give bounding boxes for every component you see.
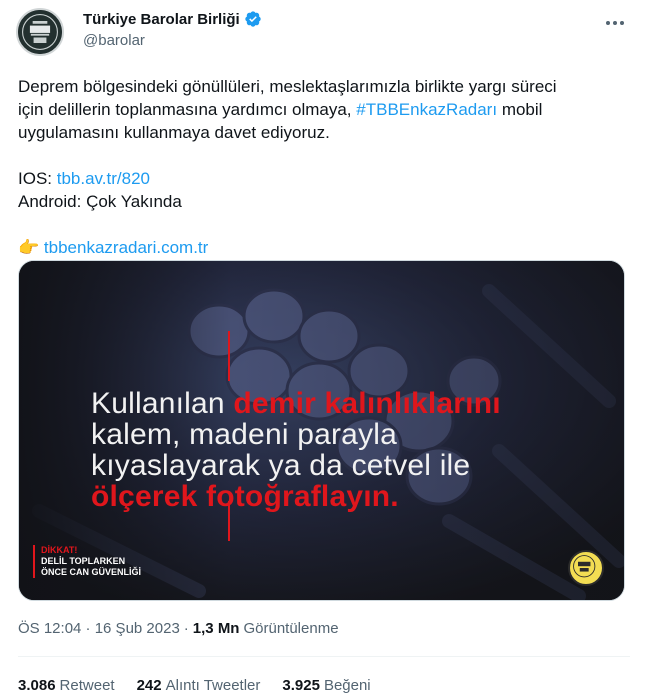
android-value: Çok Yakında — [86, 192, 182, 211]
ios-link[interactable]: tbb.av.tr/820 — [57, 169, 150, 188]
more-dot-icon — [613, 21, 617, 25]
warning-line-1: DELİL TOPLARKEN — [41, 556, 126, 566]
handle[interactable]: @barolar — [83, 32, 145, 49]
tweet-text: Deprem bölgesindeki gönüllüleri, meslekt… — [18, 75, 628, 259]
website-link[interactable]: tbbenkazradari.com.tr — [44, 238, 208, 257]
tbb-logo-icon — [18, 10, 62, 54]
verified-badge-icon[interactable] — [244, 10, 262, 28]
more-dot-icon — [606, 21, 610, 25]
retweets-label: Retweet — [59, 677, 115, 694]
more-options-button[interactable] — [598, 6, 632, 40]
quotes-label: Alıntı Tweetler — [165, 677, 261, 694]
warning-line-2: ÖNCE CAN GÜVENLİĞİ — [41, 567, 142, 577]
android-label: Android: — [18, 192, 82, 211]
media-caption-line-1: Kullanılan demir kalınlıklarını — [91, 388, 501, 419]
media-accent-line-top — [228, 331, 230, 381]
tweet-card: Türkiye Barolar Birliği @barolar Deprem … — [0, 0, 648, 700]
retweets-count: 3.086 — [18, 677, 56, 694]
timestamp[interactable]: ÖS 12:04 · 16 Şub 2023 — [18, 620, 180, 637]
website-line: 👉 tbbenkazradari.com.tr — [18, 236, 628, 259]
ios-label: IOS: — [18, 169, 53, 188]
engagement-stats: 3.086 Retweet 242 Alıntı Tweetler 3.925 Beğ… — [18, 677, 371, 694]
media-caption-line-2: kalem, madeni parayla — [91, 418, 398, 451]
likes-count: 3.925 — [282, 677, 320, 694]
meta-separator: · — [183, 620, 189, 637]
media-caption-line-3: kıyaslayarak ya da cetvel ile — [91, 449, 471, 482]
tbb-badge-icon — [568, 550, 604, 586]
more-dot-icon — [620, 21, 624, 25]
media-caption-red: demir kalınlıklarını — [233, 387, 501, 420]
android-line: Android: Çok Yakında — [18, 190, 628, 213]
pointing-hand-icon: 👉 — [18, 238, 40, 257]
likes-stat[interactable]: 3.925 Beğeni — [282, 677, 370, 694]
tweet-line-2: için delillerin toplanmasına yardımcı ol… — [18, 98, 628, 121]
tbb-badge-shape — [573, 555, 596, 578]
likes-label: Beğeni — [323, 677, 371, 694]
quotes-stat[interactable]: 242 Alıntı Tweetler — [137, 677, 261, 694]
hashtag-link[interactable]: #TBBEnkazRadarı — [356, 100, 497, 119]
warning-box: DİKKAT! DELİL TOPLARKEN ÖNCE CAN GÜVENLİ… — [33, 545, 141, 578]
display-name[interactable]: Türkiye Barolar Birliği — [83, 11, 240, 28]
media-image[interactable]: Kullanılan demir kalınlıklarını kalem, m… — [18, 260, 625, 601]
tweet-line-2-prefix: için delillerin toplanmasına yardımcı ol… — [18, 100, 352, 119]
warning-title: DİKKAT! — [41, 545, 78, 555]
name-row: Türkiye Barolar Birliği — [83, 10, 262, 28]
tweet-line-3: uygulamasını kullanmaya davet ediyoruz. — [18, 123, 330, 142]
tweet-meta: ÖS 12:04 · 16 Şub 2023 · 1,3 Mn Görüntül… — [18, 620, 339, 637]
media-caption-line-4: ölçerek fotoğraflayın. — [91, 480, 399, 513]
retweets-stat[interactable]: 3.086 Retweet — [18, 677, 115, 694]
views-label: Görüntülenme — [243, 620, 339, 637]
views-count: 1,3 Mn — [192, 620, 240, 637]
tweet-line-2-suffix: mobil — [501, 100, 543, 119]
media-caption: Kullanılan demir kalınlıklarını kalem, m… — [91, 388, 501, 512]
quotes-count: 242 — [136, 677, 162, 694]
avatar[interactable] — [16, 8, 64, 56]
media-caption-white: Kullanılan — [91, 387, 225, 420]
tweet-line-1: Deprem bölgesindeki gönüllüleri, meslekt… — [18, 77, 557, 96]
ios-line: IOS: tbb.av.tr/820 — [18, 167, 628, 190]
divider — [18, 656, 630, 657]
